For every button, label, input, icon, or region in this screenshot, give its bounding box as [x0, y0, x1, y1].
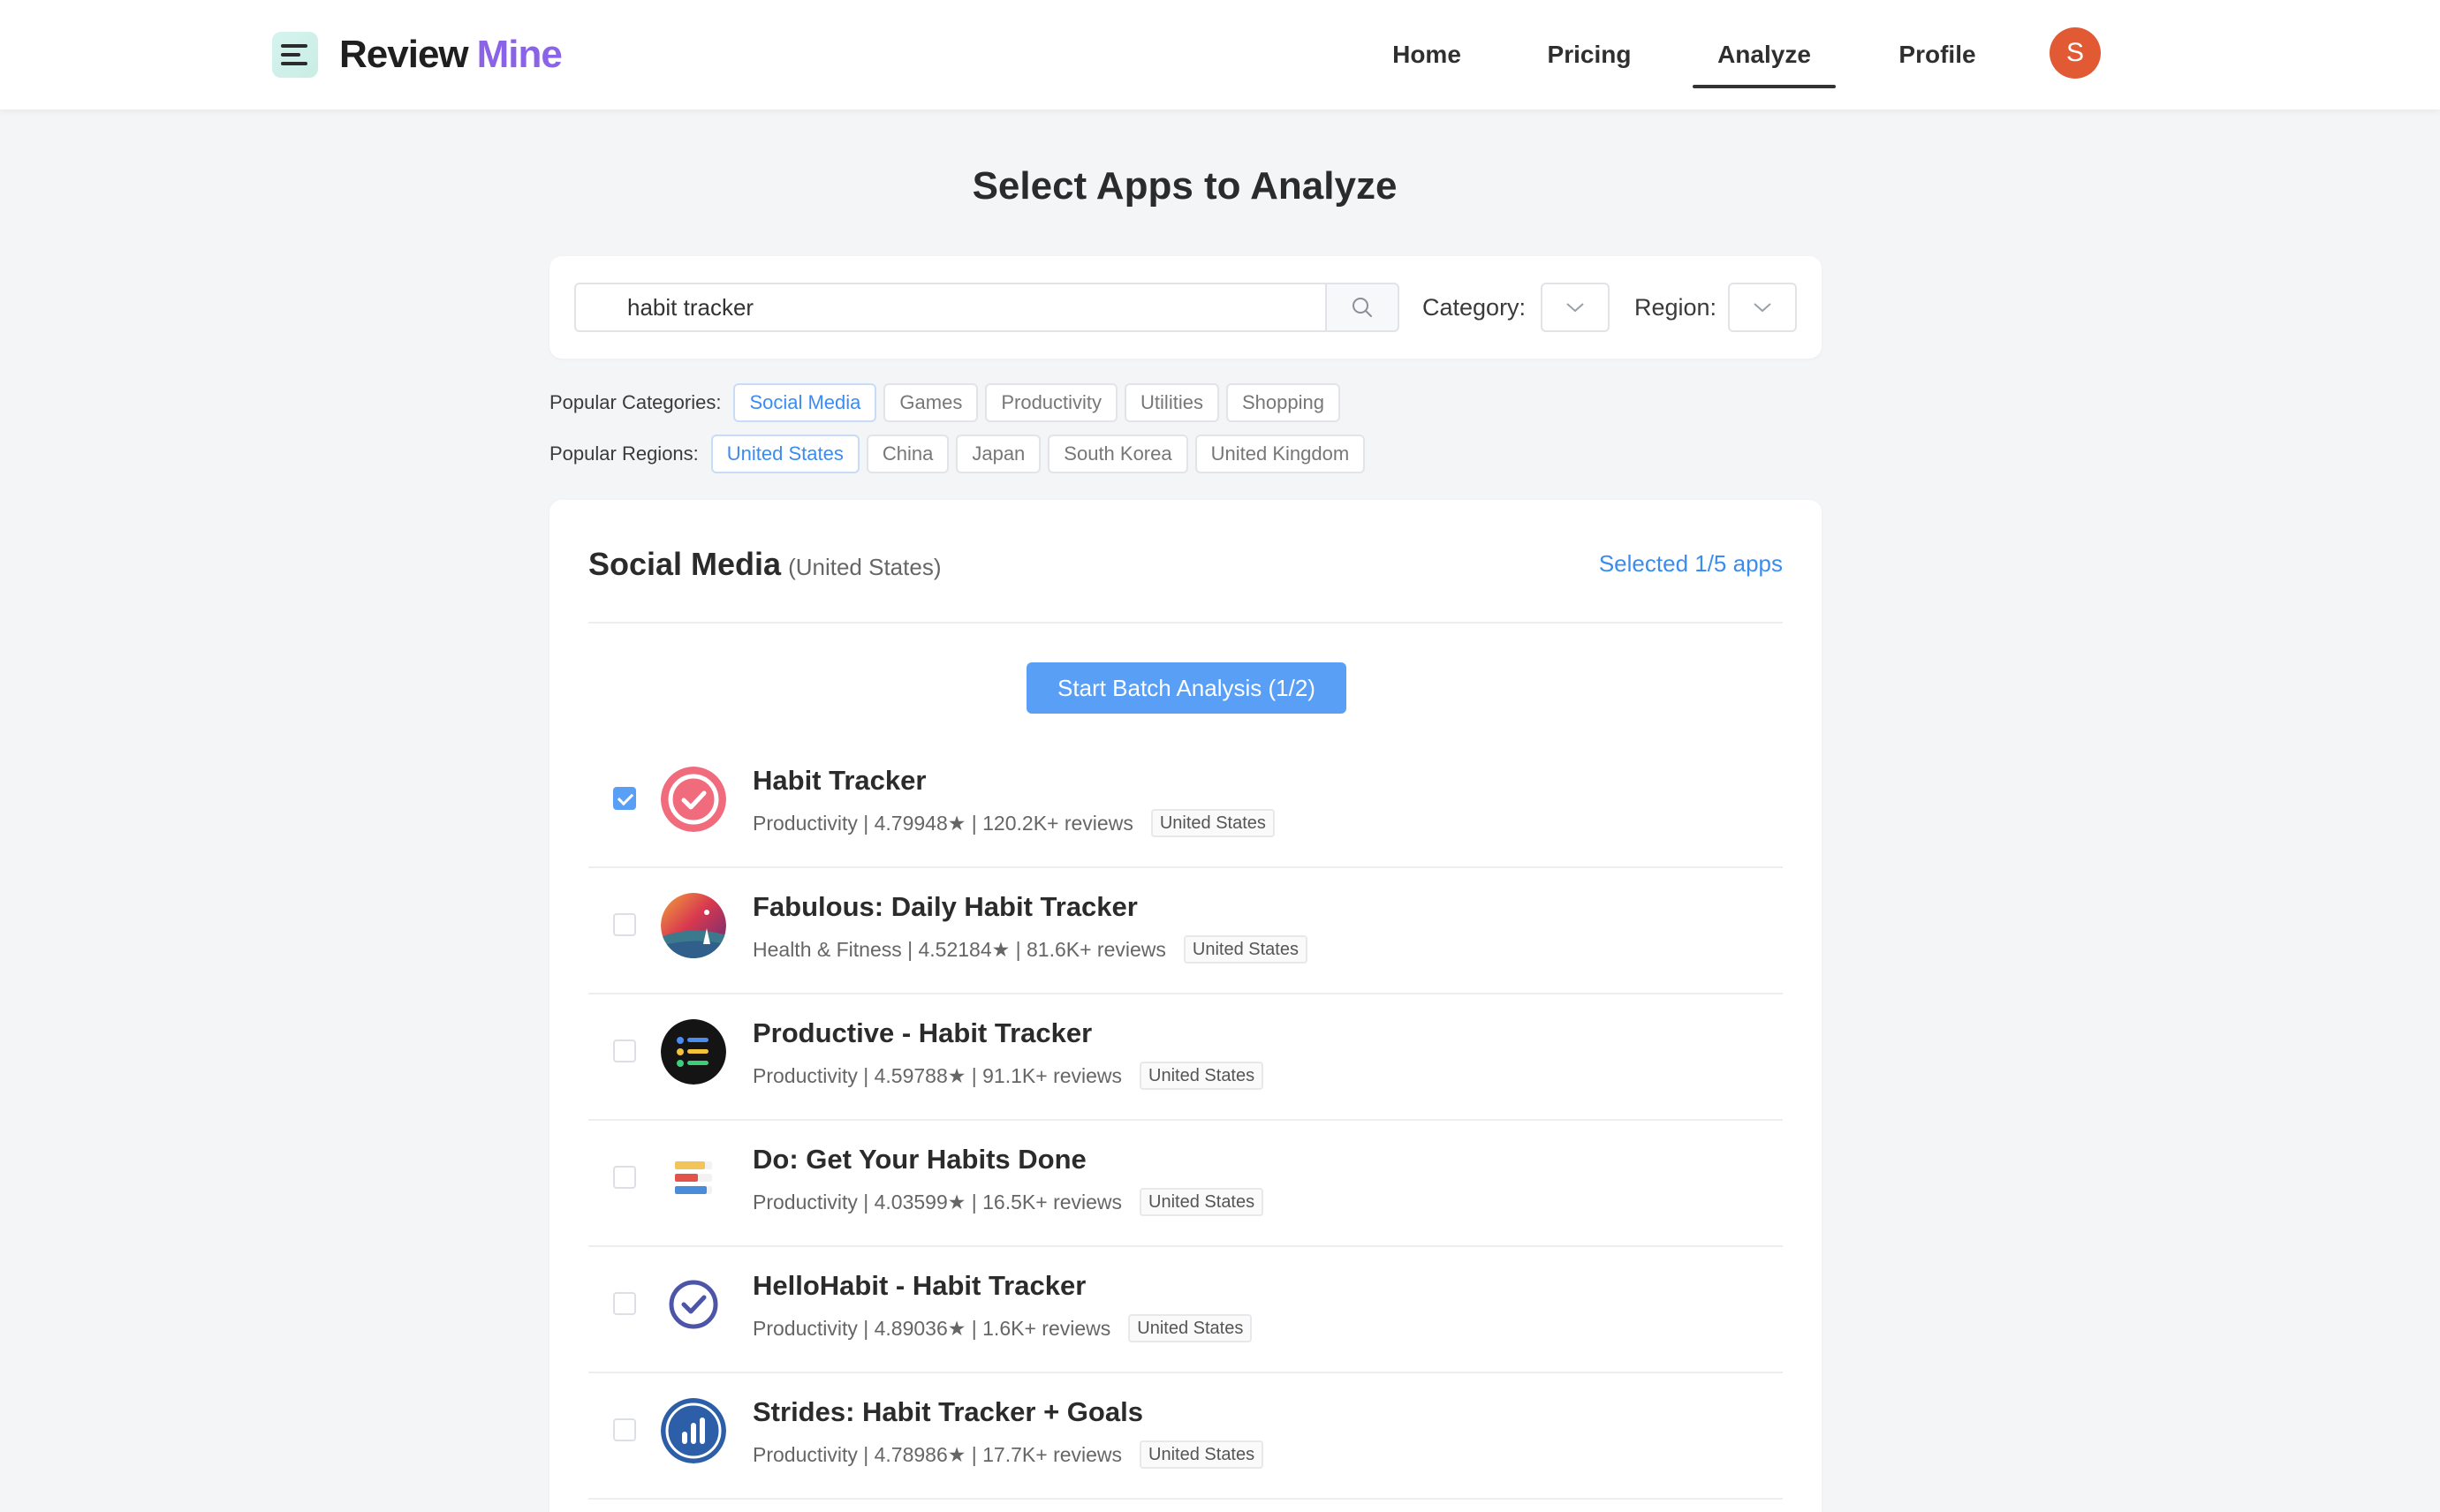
search-button[interactable]	[1325, 283, 1399, 332]
category-tag-productivity[interactable]: Productivity	[985, 383, 1118, 422]
nav-pricing[interactable]: Pricing	[1539, 35, 1640, 74]
do-habits-app-icon	[661, 1145, 726, 1211]
active-nav-indicator	[1693, 85, 1836, 88]
app-meta: Health & Fitness | 4.52184★ | 81.6K+ rev…	[753, 934, 1307, 965]
app-name: Fabulous: Daily Habit Tracker	[753, 891, 1138, 922]
app-stats: Productivity | 4.89036★ | 1.6K+ reviews	[753, 1316, 1111, 1340]
region-tag-japan[interactable]: Japan	[956, 435, 1042, 473]
logo[interactable]: Review Mine	[339, 30, 563, 79]
app-meta: Productivity | 4.03599★ | 16.5K+ reviews…	[753, 1186, 1264, 1218]
popular-regions: Popular Regions: United States China Jap…	[549, 435, 1366, 473]
region-tag-united-kingdom[interactable]: United Kingdom	[1194, 435, 1366, 473]
menu-icon[interactable]	[272, 32, 318, 78]
nav-analyze[interactable]: Analyze	[1693, 35, 1836, 74]
results-heading: Social Media (United States)	[588, 542, 941, 586]
search-icon	[1353, 298, 1372, 317]
results-panel: Social Media (United States) Selected 1/5…	[549, 500, 1822, 1512]
category-tag-shopping[interactable]: Shopping	[1225, 383, 1340, 422]
app-region-badge: United States	[1140, 1440, 1264, 1469]
fabulous-app-icon	[661, 893, 726, 958]
app-row[interactable]: Habit Tracker Productivity | 4.79948★ | …	[588, 742, 1783, 868]
divider	[588, 622, 1783, 624]
app-name: Productive - Habit Tracker	[753, 1017, 1093, 1048]
top-nav-bar: Review Mine Home Pricing Analyze Profile …	[0, 0, 2440, 110]
page-title: Select Apps to Analyze	[972, 164, 1398, 208]
app-row[interactable]: Strides: Habit Tracker + Goals Productiv…	[588, 1373, 1783, 1500]
logo-word-review: Review	[339, 33, 469, 76]
app-name: Strides: Habit Tracker + Goals	[753, 1396, 1143, 1427]
app-stats: Health & Fitness | 4.52184★ | 81.6K+ rev…	[753, 937, 1166, 961]
app-checkbox[interactable]	[613, 1040, 636, 1062]
app-stats: Productivity | 4.59788★ | 91.1K+ reviews	[753, 1063, 1123, 1087]
nav-profile[interactable]: Profile	[1887, 35, 1988, 74]
app-name: Do: Get Your Habits Done	[753, 1144, 1087, 1175]
popular-categories-label: Popular Categories:	[549, 391, 722, 413]
app-meta: Productivity | 4.78986★ | 17.7K+ reviews…	[753, 1439, 1264, 1470]
app-meta: Productivity | 4.89036★ | 1.6K+ reviews …	[753, 1312, 1253, 1344]
app-checkbox[interactable]	[613, 1418, 636, 1441]
user-avatar[interactable]: S	[2050, 27, 2101, 79]
app-stats: Productivity | 4.03599★ | 16.5K+ reviews	[753, 1190, 1123, 1213]
category-tag-games[interactable]: Games	[883, 383, 979, 422]
habit-tracker-app-icon	[661, 767, 726, 832]
chevron-down-icon	[1566, 303, 1584, 313]
app-name: HelloHabit - Habit Tracker	[753, 1270, 1087, 1301]
app-checkbox[interactable]	[613, 1166, 636, 1189]
results-category: Social Media	[588, 546, 782, 582]
selected-count: Selected 1/5 apps	[1598, 550, 1783, 577]
app-region-badge: United States	[1140, 1188, 1264, 1216]
app-region-badge: United States	[1128, 1314, 1253, 1342]
app-stats: Productivity | 4.79948★ | 120.2K+ review…	[753, 811, 1133, 835]
search-input[interactable]	[574, 283, 1327, 332]
productive-app-icon	[661, 1019, 726, 1085]
app-region-badge: United States	[1140, 1062, 1264, 1090]
region-label: Region:	[1634, 294, 1717, 321]
start-batch-analysis-button[interactable]: Start Batch Analysis (1/2)	[1027, 662, 1346, 714]
chevron-down-icon	[1754, 303, 1771, 313]
app-stats: Productivity | 4.78986★ | 17.7K+ reviews	[753, 1442, 1123, 1466]
app-checkbox[interactable]	[613, 1292, 636, 1315]
app-checkbox[interactable]	[613, 787, 636, 810]
app-meta: Productivity | 4.79948★ | 120.2K+ review…	[753, 807, 1275, 839]
category-select[interactable]	[1541, 283, 1610, 332]
app-name: Habit Tracker	[753, 765, 927, 796]
app-row[interactable]: Fabulous: Daily Habit Tracker Health & F…	[588, 868, 1783, 994]
popular-categories: Popular Categories: Social Media Games P…	[549, 383, 1340, 422]
app-row[interactable]: Do: Get Your Habits Done Productivity | …	[588, 1121, 1783, 1247]
nav-home[interactable]: Home	[1378, 35, 1475, 74]
category-tag-utilities[interactable]: Utilities	[1125, 383, 1219, 422]
strides-app-icon	[661, 1398, 726, 1463]
app-region-badge: United States	[1183, 935, 1307, 964]
category-label: Category:	[1422, 294, 1527, 321]
results-region: (United States)	[788, 554, 942, 580]
category-tag-social-media[interactable]: Social Media	[733, 383, 877, 422]
app-row[interactable]: HelloHabit - Habit Tracker Productivity …	[588, 1247, 1783, 1373]
app-row[interactable]: Productive - Habit Tracker Productivity …	[588, 994, 1783, 1121]
app-list: Habit Tracker Productivity | 4.79948★ | …	[588, 742, 1783, 1500]
popular-regions-label: Popular Regions:	[549, 442, 699, 465]
region-tag-south-korea[interactable]: South Korea	[1048, 435, 1188, 473]
hellohabit-app-icon	[661, 1272, 726, 1337]
app-checkbox[interactable]	[613, 913, 636, 936]
app-meta: Productivity | 4.59788★ | 91.1K+ reviews…	[753, 1060, 1264, 1092]
logo-word-mine: Mine	[476, 33, 563, 76]
search-panel: Category: Region:	[549, 256, 1822, 359]
region-tag-united-states[interactable]: United States	[710, 435, 860, 473]
app-region-badge: United States	[1150, 809, 1275, 837]
region-tag-china[interactable]: China	[866, 435, 950, 473]
region-select[interactable]	[1728, 283, 1797, 332]
